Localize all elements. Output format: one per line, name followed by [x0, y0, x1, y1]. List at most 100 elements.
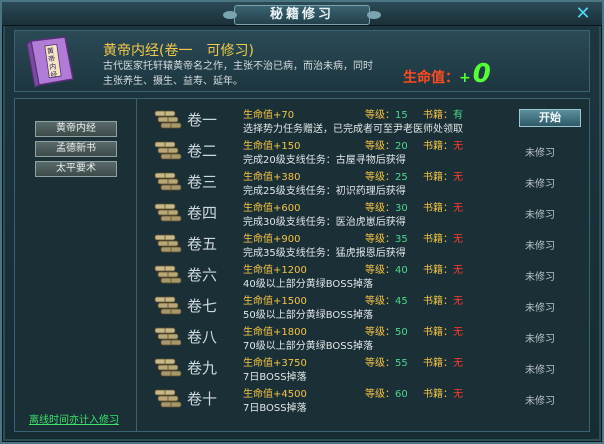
book-value: 无: [453, 141, 463, 152]
volume-life-bonus: 生命值+1500: [243, 296, 307, 307]
scroll-bundle-icon: [154, 389, 182, 408]
volume-row: 卷五 生命值+900 等级：35 书籍：无 完成35级支线任务：猛虎报恩后获得 …: [147, 229, 587, 259]
volume-source: 50级以上部分黄绿BOSS掉落: [243, 310, 373, 321]
book-value: 无: [453, 203, 463, 214]
svg-text:经: 经: [50, 70, 58, 80]
scroll-bundle-icon: [154, 358, 182, 377]
volume-status: 未修习: [525, 365, 555, 376]
volume-name: 卷八: [187, 328, 218, 346]
volume-level: 等级：20: [365, 137, 408, 152]
volume-book: 书籍：无: [423, 137, 463, 152]
volume-source: 7日BOSS掉落: [243, 403, 307, 414]
book-label: 书籍：: [423, 234, 453, 245]
scroll-bundle-icon: [154, 327, 182, 346]
volume-life-bonus: 生命值+4500: [243, 389, 307, 400]
level-value: 40: [395, 265, 408, 276]
book-label: 书籍：: [423, 203, 453, 214]
volume-panel: 黄帝内经 孟德新书 太平要术 离线时间亦计入修习 卷一 生命值+70 等级：15…: [14, 98, 590, 432]
sidebar-item-mengde-xinshu[interactable]: 孟德新书: [35, 141, 117, 157]
scroll-bundle-icon: [154, 265, 182, 284]
book-label: 书籍：: [423, 358, 453, 369]
level-label: 等级：: [365, 389, 395, 400]
level-value: 45: [395, 296, 408, 307]
volume-status: 未修习: [525, 148, 555, 159]
volume-name: 卷九: [187, 359, 218, 377]
book-label: 书籍：: [423, 327, 453, 338]
volume-life-bonus: 生命值+150: [243, 141, 301, 152]
start-button[interactable]: 开始: [519, 109, 581, 127]
volume-level: 等级：35: [365, 230, 408, 245]
scroll-bundle-icon: [154, 141, 182, 160]
volume-row: 卷一 生命值+70 等级：15 书籍：有 选择势力任务赠送，已完成者可至尹老医师…: [147, 105, 587, 135]
volume-level: 等级：60: [365, 385, 408, 400]
volume-book: 书籍：无: [423, 354, 463, 369]
life-label: 生命值：: [403, 70, 459, 86]
life-value: +0: [459, 59, 491, 89]
volume-row: 卷六 生命值+1200 等级：40 书籍：无 40级以上部分黄绿BOSS掉落 未…: [147, 260, 587, 290]
volume-life-bonus: 生命值+3750: [243, 358, 307, 369]
volume-life-bonus: 生命值+600: [243, 203, 301, 214]
volume-name: 卷六: [187, 266, 218, 284]
volume-book: 书籍：无: [423, 323, 463, 338]
volume-level: 等级：30: [365, 199, 408, 214]
scroll-bundle-icon: [154, 296, 182, 315]
sidebar-item-taiping-yaoshu[interactable]: 太平要术: [35, 161, 117, 177]
book-name: 黄帝内经(卷一 可修习): [103, 43, 254, 59]
volume-name: 卷一: [187, 111, 218, 129]
volume-life-bonus: 生命值+900: [243, 234, 301, 245]
volume-name: 卷十: [187, 390, 218, 408]
book-label: 书籍：: [423, 389, 453, 400]
volume-status: 未修习: [525, 396, 555, 407]
scroll-bundle-icon: [154, 172, 182, 191]
volume-row: 卷三 生命值+380 等级：25 书籍：无 完成25级支线任务：初识药理后获得 …: [147, 167, 587, 197]
volume-name: 卷三: [187, 173, 218, 191]
volume-source: 40级以上部分黄绿BOSS掉落: [243, 279, 373, 290]
close-button[interactable]: ✕: [574, 5, 592, 23]
volume-level: 等级：50: [365, 323, 408, 338]
volume-book: 书籍：无: [423, 261, 463, 276]
volume-row: 卷二 生命值+150 等级：20 书籍：无 完成20级支线任务：古屋寻物后获得 …: [147, 136, 587, 166]
level-label: 等级：: [365, 358, 395, 369]
scroll-bundle-icon: [154, 203, 182, 222]
volume-level: 等级：40: [365, 261, 408, 276]
volume-name: 卷五: [187, 235, 218, 253]
scroll-bundle-icon: [154, 234, 182, 253]
volume-source: 完成35级支线任务：猛虎报恩后获得: [243, 248, 406, 259]
window-title: 秘籍修习: [223, 5, 381, 25]
volume-name: 卷二: [187, 142, 218, 160]
title-bar: 秘籍修习 ✕: [2, 2, 602, 26]
volume-book: 书籍：无: [423, 230, 463, 245]
level-value: 50: [395, 327, 408, 338]
volume-life-bonus: 生命值+1200: [243, 265, 307, 276]
volume-name: 卷四: [187, 204, 218, 222]
book-value: 无: [453, 265, 463, 276]
book-label: 书籍：: [423, 172, 453, 183]
book-value: 无: [453, 296, 463, 307]
volume-source: 完成30级支线任务：医治虎崽后获得: [243, 217, 406, 228]
volume-status: 未修习: [525, 179, 555, 190]
life-plus: +: [459, 70, 471, 86]
book-label: 书籍：: [423, 141, 453, 152]
volume-book: 书籍：有: [423, 106, 463, 121]
book-value: 无: [453, 327, 463, 338]
volume-life-bonus: 生命值+1800: [243, 327, 307, 338]
book-header: 黄 帝 内 经 黄帝内经(卷一 可修习) 古代医家托轩辕黄帝名之作，主张不治已病…: [14, 30, 590, 92]
level-value: 60: [395, 389, 408, 400]
volume-level: 等级：25: [365, 168, 408, 183]
volume-source: 完成20级支线任务：古屋寻物后获得: [243, 155, 406, 166]
volume-book: 书籍：无: [423, 292, 463, 307]
volume-book: 书籍：无: [423, 385, 463, 400]
volume-row: 卷八 生命值+1800 等级：50 书籍：无 70级以上部分黄绿BOSS掉落 未…: [147, 322, 587, 352]
volume-level: 等级：15: [365, 106, 408, 121]
life-number: 0: [472, 59, 491, 89]
book-label: 书籍：: [423, 296, 453, 307]
book-value: 无: [453, 172, 463, 183]
book-description: 古代医家托轩辕黄帝名之作，主张不治已病，而治未病，同时主张养生、摄生、益寿、延年…: [103, 61, 373, 87]
skill-book-window: 秘籍修习 ✕ 黄 帝 内 经 黄帝内经(卷一 可修习) 古代医家托轩辕黄帝名之作…: [0, 0, 604, 444]
volume-level: 等级：45: [365, 292, 408, 307]
volume-source: 选择势力任务赠送，已完成者可至尹老医师处领取: [243, 124, 463, 135]
volume-book: 书籍：无: [423, 168, 463, 183]
sidebar-item-huangdi-neijing[interactable]: 黄帝内经: [35, 121, 117, 137]
volume-row: 卷九 生命值+3750 等级：55 书籍：无 7日BOSS掉落 未修习: [147, 353, 587, 383]
book-cover-icon: 黄 帝 内 经: [26, 36, 74, 88]
